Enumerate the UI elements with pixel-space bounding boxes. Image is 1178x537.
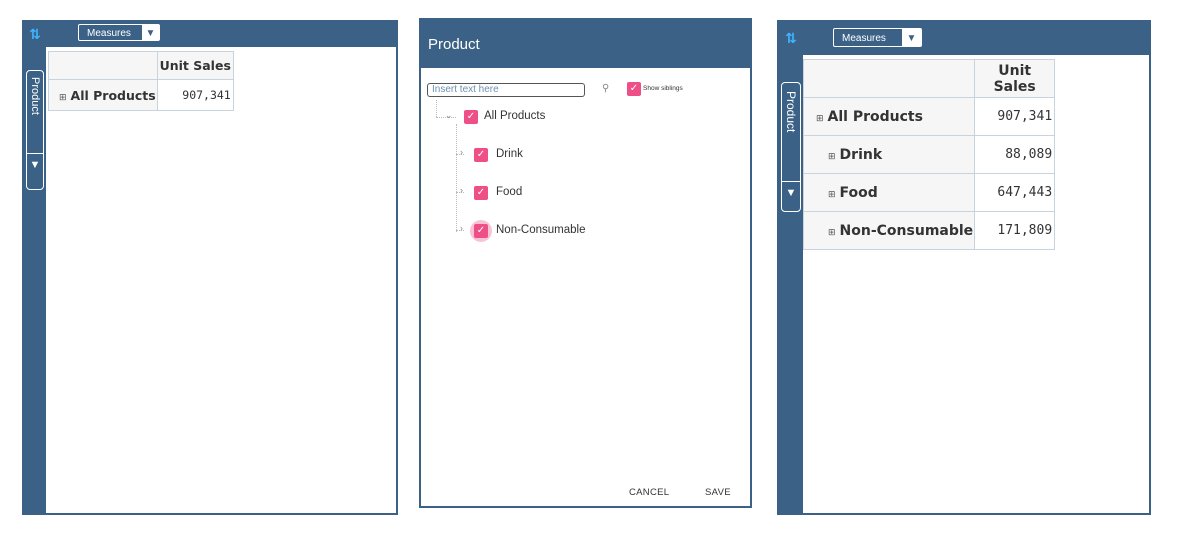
show-siblings-checkbox[interactable]: ✓ [627, 82, 641, 96]
pivot-grid: Unit Sales ⊞ All Products 907,341 [48, 51, 234, 111]
save-button[interactable]: SAVE [705, 487, 731, 498]
product-dimension-tab[interactable]: Product ▼ [781, 82, 801, 212]
measures-label: Measures [87, 28, 131, 39]
row-label: Drink [839, 146, 883, 163]
corner-cell [48, 51, 158, 80]
search-input[interactable]: Insert text here [427, 83, 585, 97]
corner-cell [802, 59, 976, 98]
check-icon: ✓ [476, 149, 486, 160]
tree-label-food[interactable]: Food [496, 186, 522, 198]
row-header-drink[interactable]: ⊞ Drink [802, 135, 976, 174]
expand-plus-icon[interactable]: ⊞ [59, 93, 67, 103]
chevron-down-icon[interactable]: ⌄ [445, 110, 453, 121]
tree-line [456, 124, 457, 232]
chevron-right-icon[interactable]: › [460, 185, 463, 195]
expand-plus-icon[interactable]: ⊞ [816, 114, 824, 124]
column-header-unit-sales: Unit Sales [156, 51, 234, 80]
chevron-right-icon[interactable]: › [460, 147, 463, 157]
tree-label-drink[interactable]: Drink [496, 148, 523, 160]
tab-divider [27, 153, 43, 154]
check-icon: ✓ [466, 111, 476, 122]
expand-plus-icon[interactable]: ⊞ [828, 228, 836, 238]
row-header-food[interactable]: ⊞ Food [802, 173, 976, 212]
filter-icon[interactable]: ▼ [27, 159, 43, 171]
tree-checkbox-all-products[interactable]: ✓ [464, 110, 478, 124]
search-icon[interactable]: ⚲ [602, 83, 609, 94]
cell-value: 647,443 [974, 173, 1056, 212]
row-label: All Products [827, 108, 923, 125]
check-icon: ✓ [629, 83, 639, 94]
pivot-table-expanded: ⇅ Measures ▼ Product ▼ Unit Sales ⊞ All P… [777, 20, 1151, 515]
row-label: Food [839, 184, 878, 201]
product-tab-label: Product [29, 77, 41, 115]
chevron-right-icon[interactable]: › [460, 223, 463, 233]
tree-checkbox-drink[interactable]: ✓ [474, 148, 488, 162]
filter-icon[interactable]: ▼ [142, 25, 159, 40]
row-header-all-products[interactable]: ⊞ All Products [48, 79, 158, 111]
cancel-button[interactable]: CANCEL [629, 487, 669, 498]
row-label: Non-Consumable [839, 222, 974, 239]
row-label: All Products [70, 87, 156, 103]
cell-value: 907,341 [974, 97, 1056, 136]
measures-chip[interactable]: Measures ▼ [833, 28, 922, 47]
tab-divider [782, 181, 800, 182]
tree-label-all-products[interactable]: All Products [484, 110, 545, 122]
check-icon: ✓ [476, 187, 486, 198]
row-header-non-consumable[interactable]: ⊞ Non-Consumable [802, 211, 976, 250]
cell-value: 907,341 [156, 79, 234, 111]
product-filter-dialog: Product Insert text here ⚲ ✓ Show siblin… [419, 18, 752, 508]
filter-icon[interactable]: ▼ [902, 29, 921, 46]
measures-chip[interactable]: Measures ▼ [78, 24, 160, 41]
expand-plus-icon[interactable]: ⊞ [828, 190, 836, 200]
cell-value: 88,089 [974, 135, 1056, 174]
pivot-grid: Unit Sales ⊞ All Products 907,341 ⊞ Drink … [802, 59, 1056, 250]
swap-axes-icon[interactable]: ⇅ [27, 25, 43, 43]
tree-checkbox-non-consumable[interactable]: ✓ [474, 224, 488, 238]
tree-line [436, 100, 437, 117]
tree-label-non-consumable[interactable]: Non-Consumable [496, 224, 586, 236]
filter-icon[interactable]: ▼ [782, 187, 800, 199]
product-dimension-tab[interactable]: Product ▼ [26, 70, 44, 190]
dialog-title: Product [428, 36, 480, 53]
measures-label: Measures [842, 33, 886, 44]
row-header-all-products[interactable]: ⊞ All Products [802, 97, 976, 136]
column-header-unit-sales: Unit Sales [974, 59, 1056, 98]
product-tab-label: Product [784, 91, 798, 133]
expand-plus-icon[interactable]: ⊞ [828, 152, 836, 162]
tree-checkbox-food[interactable]: ✓ [474, 186, 488, 200]
pivot-table-collapsed: ⇅ Measures ▼ Product ▼ Unit Sales ⊞ All P… [22, 20, 398, 515]
swap-axes-icon[interactable]: ⇅ [783, 29, 799, 47]
cell-value: 171,809 [974, 211, 1056, 250]
show-siblings-label: Show siblings [643, 85, 683, 92]
dialog-header: Product [421, 20, 750, 68]
check-icon: ✓ [476, 225, 486, 236]
